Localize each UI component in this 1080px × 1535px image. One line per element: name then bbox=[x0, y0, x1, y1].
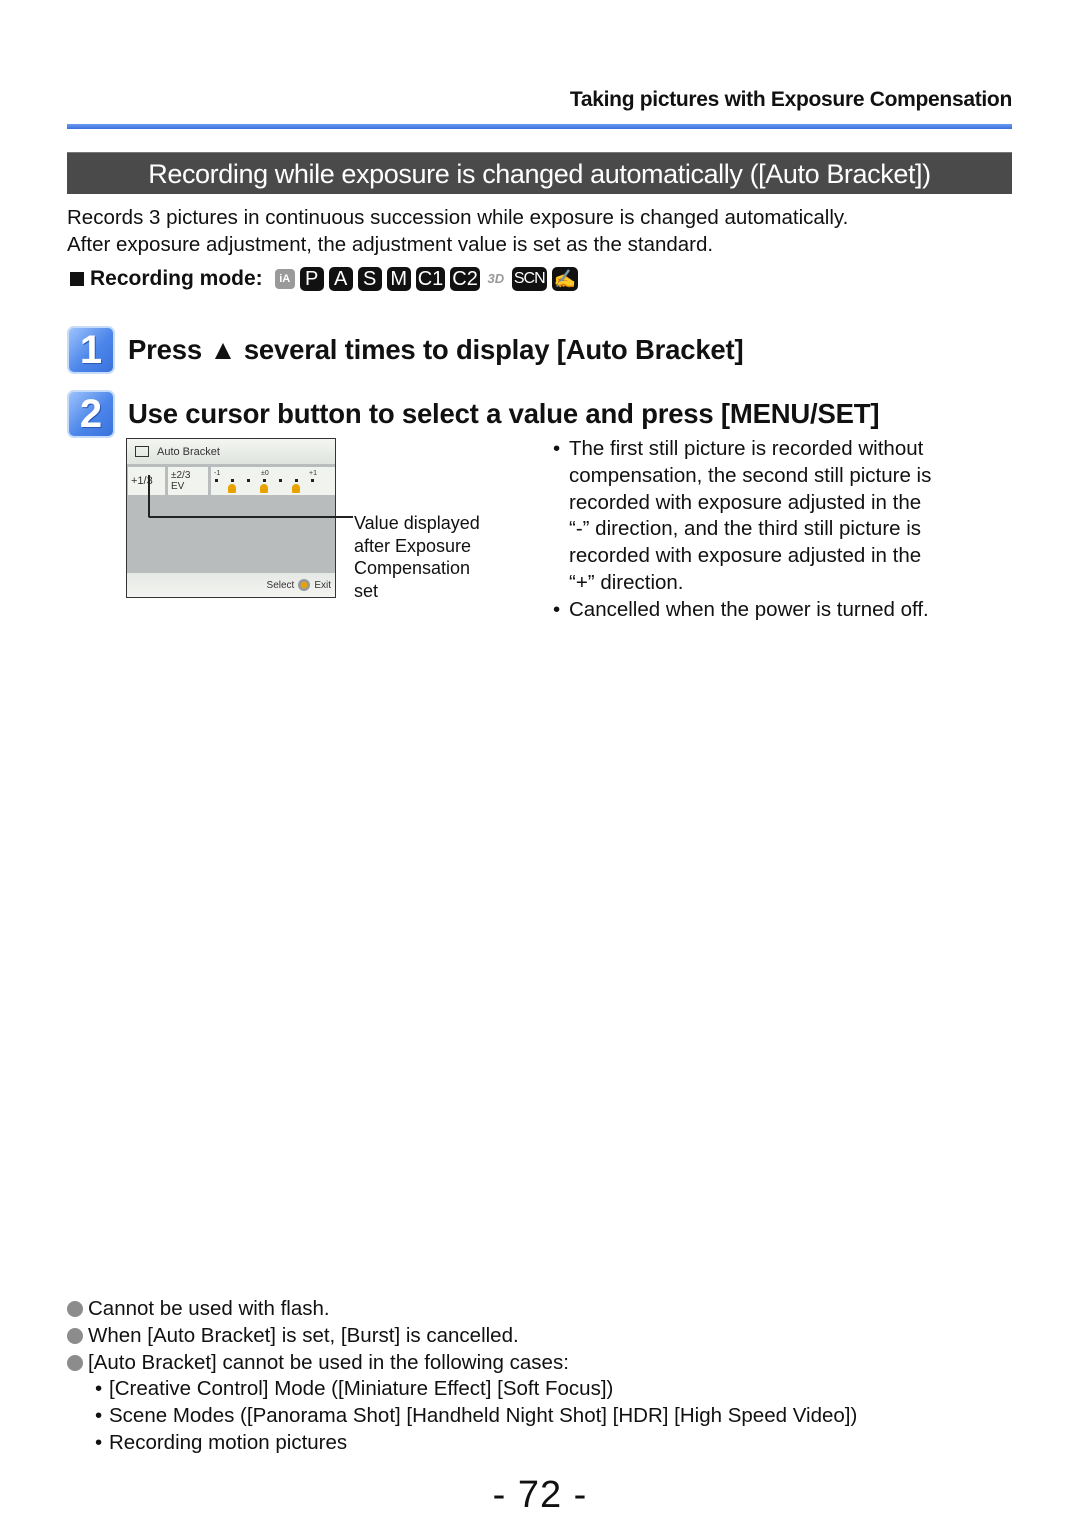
mode-s-icon: S bbox=[357, 267, 382, 291]
callout-leader-line bbox=[148, 516, 353, 518]
section-title: Recording while exposure is changed auto… bbox=[67, 152, 1012, 194]
note-line: compensation, the second still picture i… bbox=[569, 463, 932, 487]
mode-c1-icon: C1 bbox=[415, 267, 446, 291]
mode-m-icon: M bbox=[386, 267, 411, 291]
page-number: - 72 - bbox=[492, 1474, 588, 1516]
step-text: Use cursor button to select a value and … bbox=[128, 398, 880, 429]
compensation-value: +1/3 bbox=[128, 467, 165, 495]
bracket-marker-icon bbox=[260, 484, 268, 493]
gray-dot-icon bbox=[67, 1301, 83, 1317]
note-line: “-” direction, and the third still pictu… bbox=[569, 517, 922, 541]
caution-sub-text: Recording motion pictures bbox=[109, 1430, 348, 1454]
callout-line: Value displayed bbox=[354, 513, 480, 533]
mode-creative-control-icon: ✍ bbox=[551, 267, 579, 291]
step-number-badge: 2 bbox=[67, 390, 115, 438]
square-bullet-icon bbox=[70, 272, 84, 286]
caution-item: When [Auto Bracket] is set, [Burst] is c… bbox=[67, 1323, 1007, 1350]
select-label: Select bbox=[266, 579, 295, 591]
caution-sub-text: Scene Modes ([Panorama Shot] [Handheld N… bbox=[109, 1404, 858, 1428]
callout-line: Compensation bbox=[354, 558, 471, 578]
caution-text: [Auto Bracket] cannot be used in the fol… bbox=[88, 1350, 569, 1374]
step-text: Press ▲ several times to display [Auto B… bbox=[128, 334, 744, 365]
mode-c2-icon: C2 bbox=[450, 267, 480, 291]
scale-label: +1 bbox=[309, 470, 317, 477]
note-line: The first still picture is recorded with… bbox=[569, 437, 924, 460]
mode-icons: iA P A S M C1 C2 3D SCN ✍ bbox=[274, 267, 579, 291]
note-line: recorded with exposure adjusted in the bbox=[569, 490, 922, 514]
note-line: “+” direction. bbox=[569, 570, 684, 594]
bullet-icon: • bbox=[95, 1404, 103, 1428]
caution-sub-item: • [Creative Control] Mode ([Miniature Ef… bbox=[67, 1376, 1007, 1403]
exposure-scale: -1 ±0 +1 bbox=[211, 467, 335, 495]
recording-mode-label: Recording mode: bbox=[90, 267, 263, 290]
screen-header: Auto Bracket bbox=[127, 439, 335, 464]
scale-dot bbox=[231, 479, 234, 482]
callout-text: Value displayed after Exposure Compensat… bbox=[354, 512, 524, 602]
camera-screen-illustration: Auto Bracket +1/3 ±2/3 EV -1 ±0 +1 Selec… bbox=[126, 438, 336, 598]
step-2: 2 Use cursor button to select a value an… bbox=[67, 390, 880, 438]
screen-footer: Select Exit bbox=[127, 573, 335, 597]
screen-title: Auto Bracket bbox=[157, 445, 220, 458]
bullet-icon: • bbox=[553, 437, 561, 460]
callout-line: set bbox=[354, 580, 379, 601]
scale-dot bbox=[311, 479, 314, 482]
callout-leader-line bbox=[148, 475, 150, 517]
bullet-icon: • bbox=[553, 597, 561, 621]
bullet-icon: • bbox=[95, 1430, 103, 1454]
note-line: Cancelled when the power is turned off. bbox=[569, 597, 929, 621]
note-item: • The first still picture is recorded wi… bbox=[553, 436, 1003, 597]
mode-scn-icon: SCN bbox=[511, 267, 547, 291]
burst-camera-icon bbox=[135, 446, 149, 457]
caution-text: When [Auto Bracket] is set, [Burst] is c… bbox=[88, 1323, 519, 1347]
bracket-marker-icon bbox=[228, 484, 236, 493]
intro-line: After exposure adjustment, the adjustmen… bbox=[67, 233, 714, 256]
scale-dot bbox=[247, 479, 250, 482]
caution-sub-text: [Creative Control] Mode ([Miniature Effe… bbox=[109, 1377, 614, 1401]
step-number-badge: 1 bbox=[67, 326, 115, 374]
recording-mode: Recording mode: iA P A S M C1 C2 3D SCN … bbox=[67, 264, 579, 294]
exit-label: Exit bbox=[314, 579, 331, 591]
header-divider bbox=[67, 124, 1012, 129]
gray-dot-icon bbox=[67, 1354, 83, 1371]
bracket-marker-icon bbox=[292, 484, 300, 493]
note-line: recorded with exposure adjusted in the bbox=[569, 544, 922, 568]
mode-a-icon: A bbox=[328, 267, 353, 291]
caution-sub-item: • Recording motion pictures bbox=[67, 1430, 1007, 1457]
scale-label: ±0 bbox=[261, 470, 269, 477]
intro-text: Records 3 pictures in continuous success… bbox=[67, 204, 1007, 258]
intro-line: Records 3 pictures in continuous success… bbox=[67, 206, 849, 229]
bullet-icon: • bbox=[95, 1377, 103, 1401]
notes-list: • The first still picture is recorded wi… bbox=[553, 436, 1003, 624]
ev-step-value: ±2/3 EV bbox=[168, 467, 208, 495]
mode-ia-icon: iA bbox=[274, 269, 295, 289]
step-1: 1 Press ▲ several times to display [Auto… bbox=[67, 326, 744, 374]
scale-dot bbox=[263, 479, 266, 482]
mode-p-icon: P bbox=[299, 267, 324, 291]
scale-dot bbox=[215, 479, 218, 482]
caution-text: Cannot be used with flash. bbox=[88, 1297, 330, 1320]
cautions-list: Cannot be used with flash. When [Auto Br… bbox=[67, 1296, 1007, 1457]
caution-item: Cannot be used with flash. bbox=[67, 1296, 1007, 1323]
cursor-dial-icon bbox=[298, 579, 311, 591]
callout-line: after Exposure bbox=[354, 535, 472, 556]
scale-dot bbox=[295, 479, 298, 482]
scale-label: -1 bbox=[214, 470, 221, 477]
gray-dot-icon bbox=[67, 1327, 83, 1344]
note-item: • Cancelled when the power is turned off… bbox=[553, 597, 1003, 624]
mode-3d-icon: 3D bbox=[487, 271, 505, 286]
caution-item: [Auto Bracket] cannot be used in the fol… bbox=[67, 1350, 1007, 1377]
header-title: Taking pictures with Exposure Compensati… bbox=[569, 88, 1012, 111]
scale-dot bbox=[279, 479, 282, 482]
screen-settings-row: +1/3 ±2/3 EV -1 ±0 +1 bbox=[127, 467, 335, 495]
caution-sub-item: • Scene Modes ([Panorama Shot] [Handheld… bbox=[67, 1403, 1007, 1430]
